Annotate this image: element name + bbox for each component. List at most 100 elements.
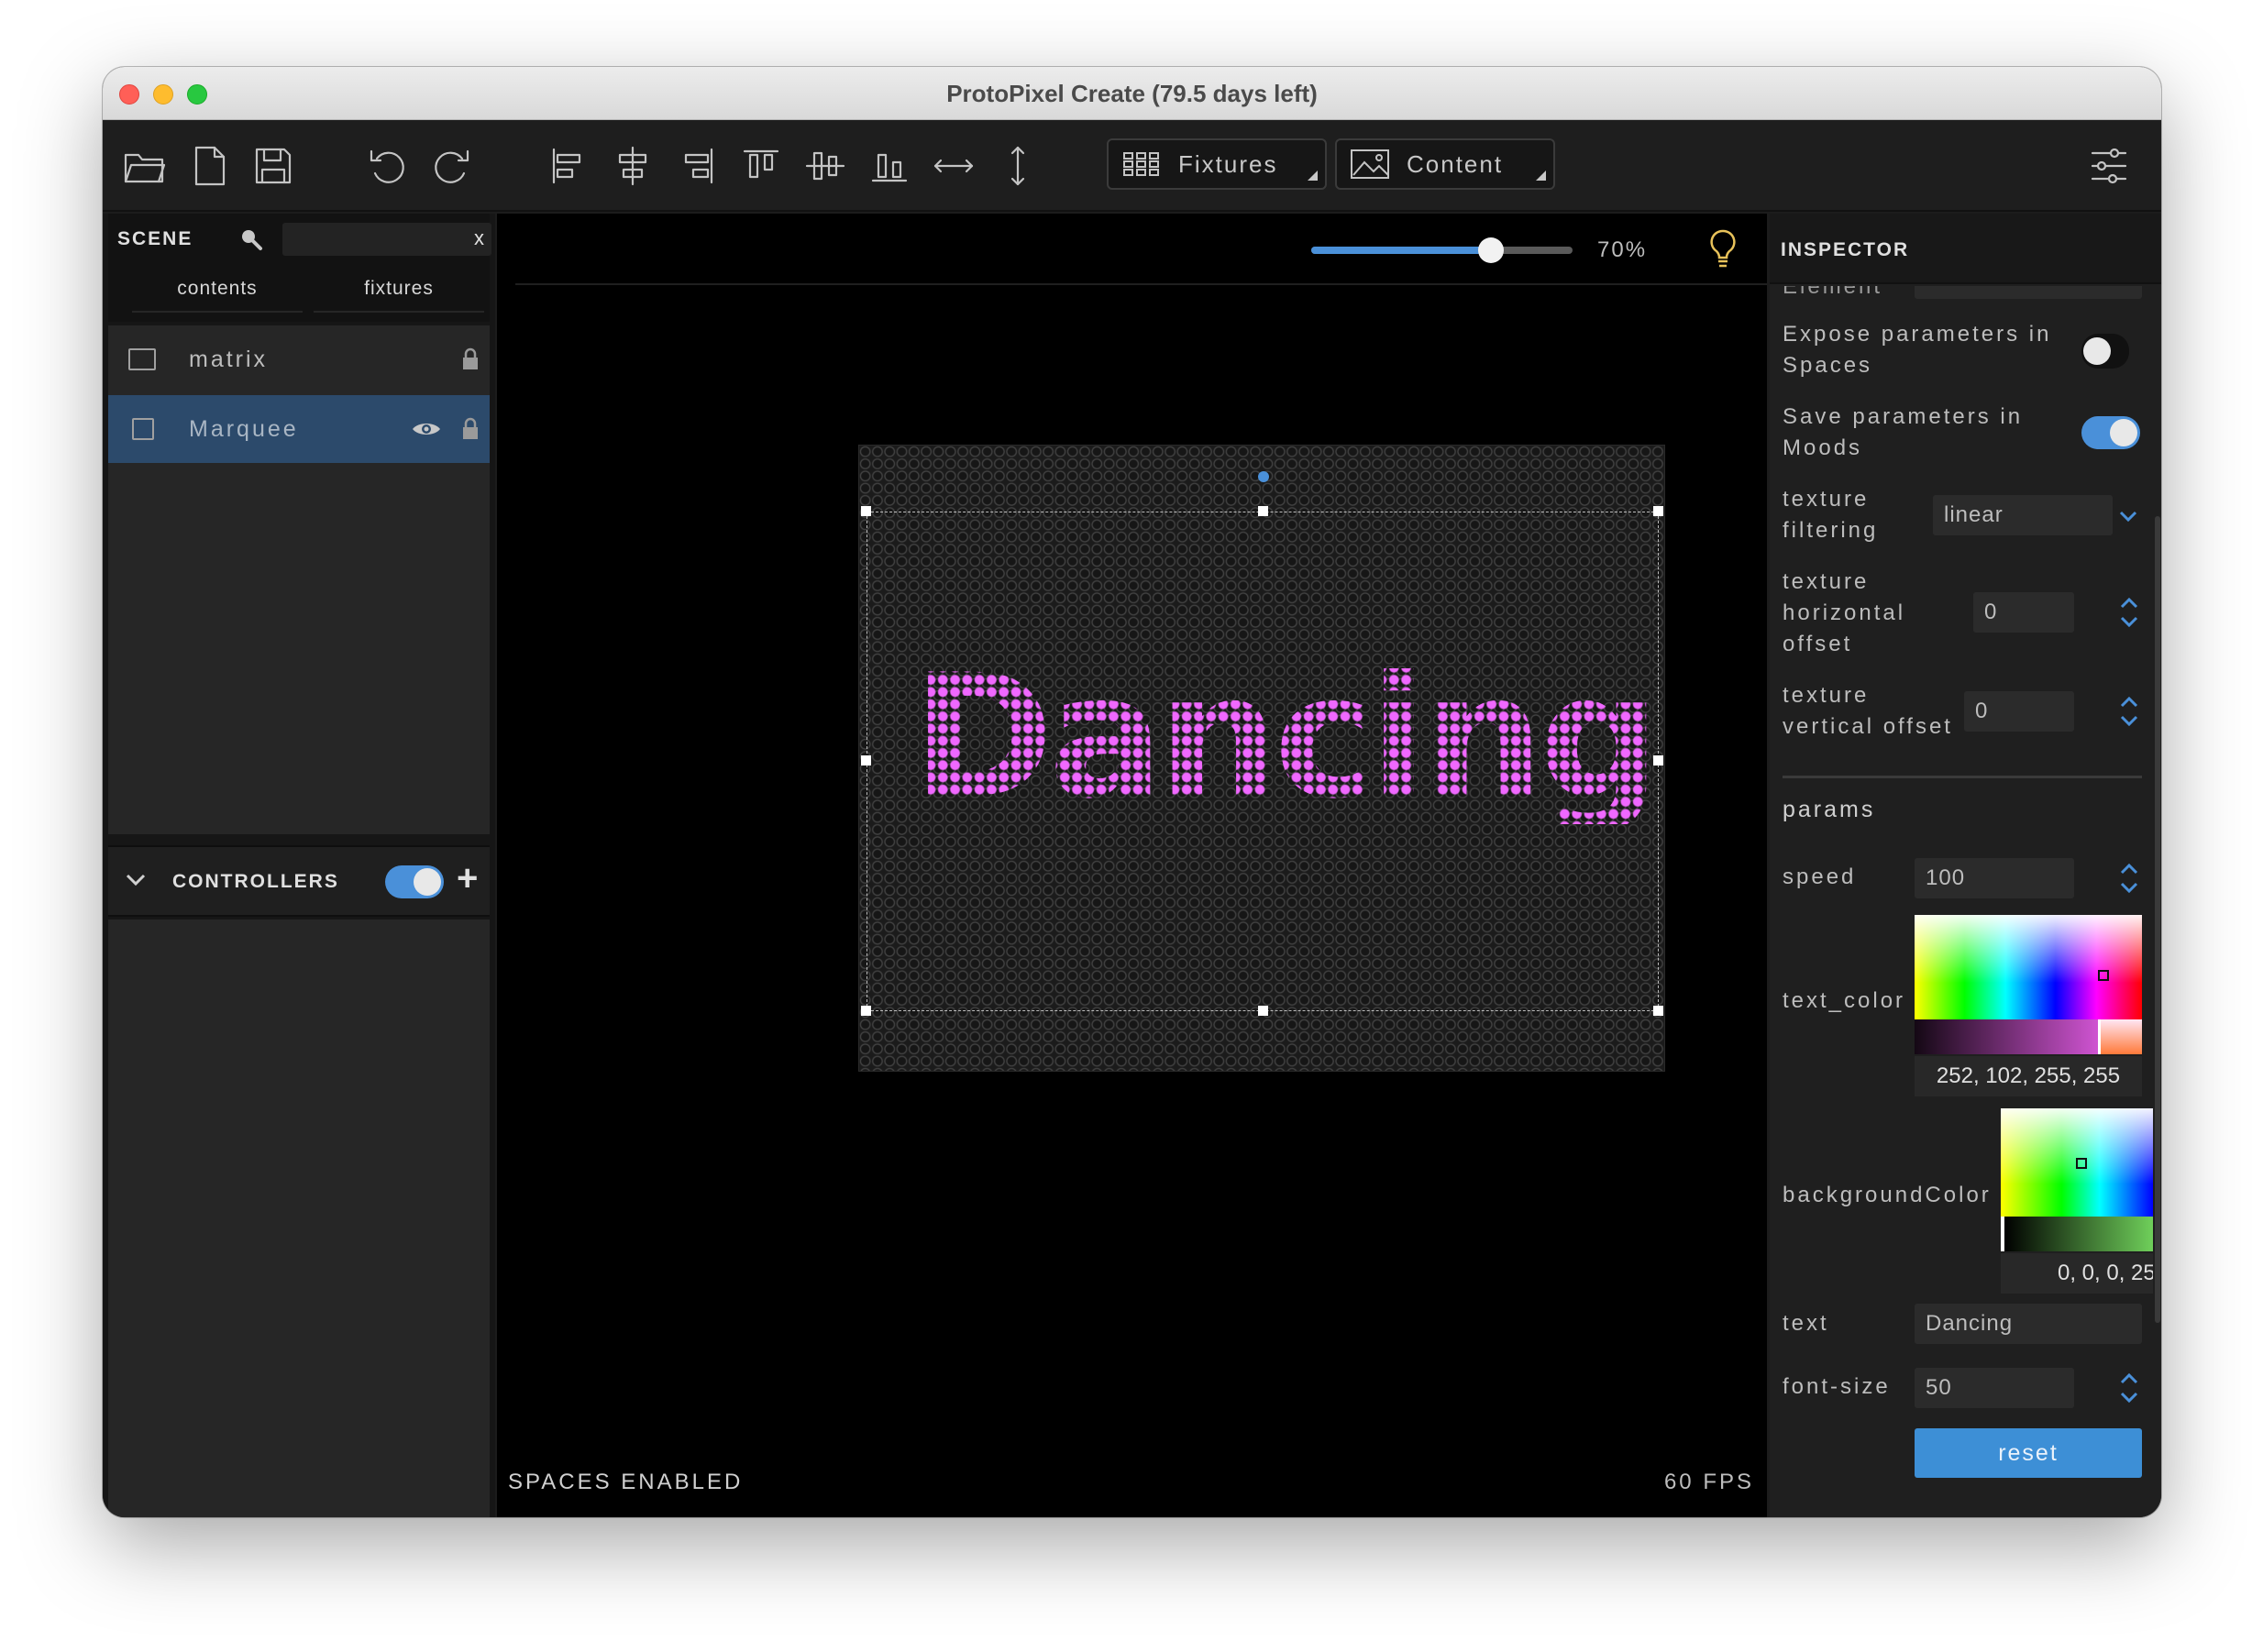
speed-stepper[interactable] [2118,858,2140,898]
resize-handle-bl[interactable] [861,1006,871,1016]
color-picker-cursor[interactable] [2076,1158,2087,1169]
led-matrix-stage[interactable]: Dancing [858,445,1665,1072]
save-params-toggle[interactable] [2081,416,2140,449]
resize-handle-t[interactable] [1258,506,1268,516]
scene-item-matrix[interactable]: matrix [108,325,490,393]
speed-input[interactable]: 100 [1915,858,2074,898]
redo-icon[interactable] [425,140,477,192]
texture-h-offset-label: texture horizontal offset [1783,569,1906,656]
text-color-value[interactable]: 252, 102, 255, 255 [1915,1056,2142,1096]
align-right-icon[interactable] [671,140,723,192]
content-dropdown[interactable]: Content [1335,138,1555,190]
text-value: Dancing [1926,1311,2014,1336]
text-input[interactable]: Dancing [1915,1304,2142,1344]
zoom-slider[interactable] [1311,237,1573,263]
texture-h-offset-stepper[interactable] [2118,592,2140,633]
font-size-stepper[interactable] [2118,1368,2140,1408]
tab-contents[interactable]: contents [132,267,303,313]
controllers-toggle[interactable] [385,865,444,898]
texture-v-offset-stepper[interactable] [2118,691,2140,732]
resize-handle-tl[interactable] [861,506,871,516]
color-preview [2098,1019,2142,1054]
stretch-horizontal-icon[interactable] [928,140,979,192]
fixtures-dropdown[interactable]: Fixtures [1107,138,1327,190]
lock-icon[interactable] [461,347,480,371]
clear-search-button[interactable]: x [474,226,484,250]
app-window: ProtoPixel Create (79.5 days left) Fixtu… [103,67,2161,1517]
title-bar: ProtoPixel Create (79.5 days left) [103,67,2161,120]
tab-fixtures[interactable]: fixtures [314,267,484,313]
undo-icon[interactable] [362,140,414,192]
font-size-input[interactable]: 50 [1915,1368,2074,1408]
align-middle-v-icon[interactable] [800,140,851,192]
align-left-icon[interactable] [543,140,594,192]
canvas-area: 70% Dancing SPACES ENABLED 60 FPS [497,214,1767,1517]
scene-header: SCENE x contents fixtures [108,214,491,322]
align-bottom-icon[interactable] [864,140,915,192]
fps-counter: 60 FPS [1663,1470,1754,1494]
stretch-vertical-icon[interactable] [992,140,1043,192]
grid-icon [1123,152,1159,176]
selection-box[interactable] [867,512,1659,1011]
element-label: Element [1783,286,1883,299]
align-center-h-icon[interactable] [607,140,658,192]
text-color-label: text_color [1783,988,1906,1013]
settings-sliders-icon[interactable] [2083,140,2135,192]
background-color-label: backgroundColor [1783,1183,1992,1207]
add-controller-button[interactable]: + [457,858,478,899]
resize-handle-l[interactable] [861,755,871,765]
texture-h-offset-input[interactable]: 0 [1973,592,2074,633]
texture-v-offset-input[interactable]: 0 [1964,691,2074,732]
font-size-label: font-size [1783,1374,1891,1399]
resize-handle-b[interactable] [1258,1006,1268,1016]
chevron-down-icon[interactable] [125,873,147,887]
expose-params-toggle[interactable] [2081,334,2129,369]
zoom-bar: 70% [515,214,1767,285]
controllers-header: CONTROLLERS + [108,845,490,917]
color-picker-cursor[interactable] [2098,970,2109,981]
scene-tabs: contents fixtures [127,267,490,313]
lightbulb-icon[interactable] [1707,228,1739,270]
eye-icon[interactable] [411,419,442,439]
zoom-slider-thumb[interactable] [1478,237,1504,263]
content-dropdown-label: Content [1407,149,1504,178]
resize-handle-tr[interactable] [1653,506,1663,516]
text-color-value-strip[interactable] [1915,1019,2142,1054]
expose-params-label: Expose parameters in Spaces [1783,322,2052,378]
texture-filtering-select[interactable]: linear [1933,495,2113,535]
fixtures-dropdown-label: Fixtures [1178,149,1278,178]
reset-button[interactable]: reset [1915,1428,2142,1478]
dropdown-corner-icon [1536,171,1546,181]
background-color-picker[interactable] [2001,1108,2153,1217]
background-color-value-strip[interactable] [2001,1217,2153,1251]
open-folder-icon[interactable] [119,140,171,192]
save-icon[interactable] [248,140,299,192]
inspector-scrollbar[interactable] [2155,516,2160,1323]
text-color-picker[interactable] [1915,915,2142,1019]
scene-item-marquee[interactable]: Marquee [108,395,490,463]
rotate-handle[interactable] [1258,471,1269,482]
resize-handle-br[interactable] [1653,1006,1663,1016]
lock-icon[interactable] [461,417,480,441]
inspector-header: INSPECTOR [1770,214,2161,284]
search-icon [242,230,262,250]
texture-v-offset-value: 0 [1975,699,1989,723]
element-field[interactable] [1915,286,2142,299]
toggle-knob [414,868,441,896]
inspector-scroll: Element Expose parameters in Spaces Save… [1770,286,2155,1517]
new-file-icon[interactable] [183,140,235,192]
chevron-down-icon[interactable] [2118,510,2138,523]
checkbox[interactable] [132,418,154,440]
controllers-title: CONTROLLERS [172,871,339,892]
speed-label: speed [1783,865,1857,889]
scene-search-input[interactable]: x [282,223,491,256]
align-top-icon[interactable] [735,140,787,192]
resize-handle-r[interactable] [1653,755,1663,765]
scene-list: matrix Marquee [108,325,490,834]
scene-title: SCENE [117,228,193,249]
scene-item-label: Marquee [189,415,299,442]
zoom-level-label: 70% [1597,237,1648,262]
checkbox[interactable] [128,348,156,370]
background-color-value[interactable]: 0, 0, 0, 255 [2001,1253,2153,1294]
zoom-slider-fill [1311,247,1490,254]
